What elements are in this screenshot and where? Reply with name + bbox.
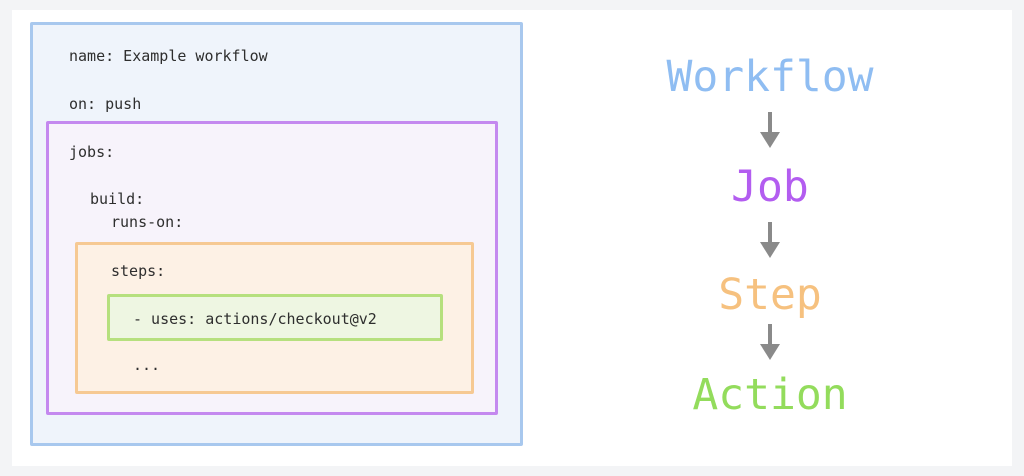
- step-label: Step: [718, 270, 822, 320]
- yaml-uses-line: - uses: actions/checkout@v2: [133, 310, 377, 328]
- arrow-down-icon: [760, 112, 780, 148]
- yaml-ellipsis-line: ...: [133, 356, 161, 374]
- yaml-name-line: name: Example workflow: [69, 47, 268, 65]
- arrow-down-icon: [760, 222, 780, 258]
- action-label: Action: [692, 370, 848, 420]
- arrow-down-icon: [760, 324, 780, 360]
- yaml-build-line: build:: [90, 190, 145, 208]
- yaml-on-line: on: push: [69, 95, 142, 113]
- workflow-label: Workflow: [666, 52, 874, 102]
- yaml-steps-line: steps:: [111, 262, 166, 280]
- yaml-jobs-line: jobs:: [69, 143, 115, 161]
- yaml-runs-on-line: runs-on:: [111, 213, 184, 231]
- job-label: Job: [731, 162, 809, 212]
